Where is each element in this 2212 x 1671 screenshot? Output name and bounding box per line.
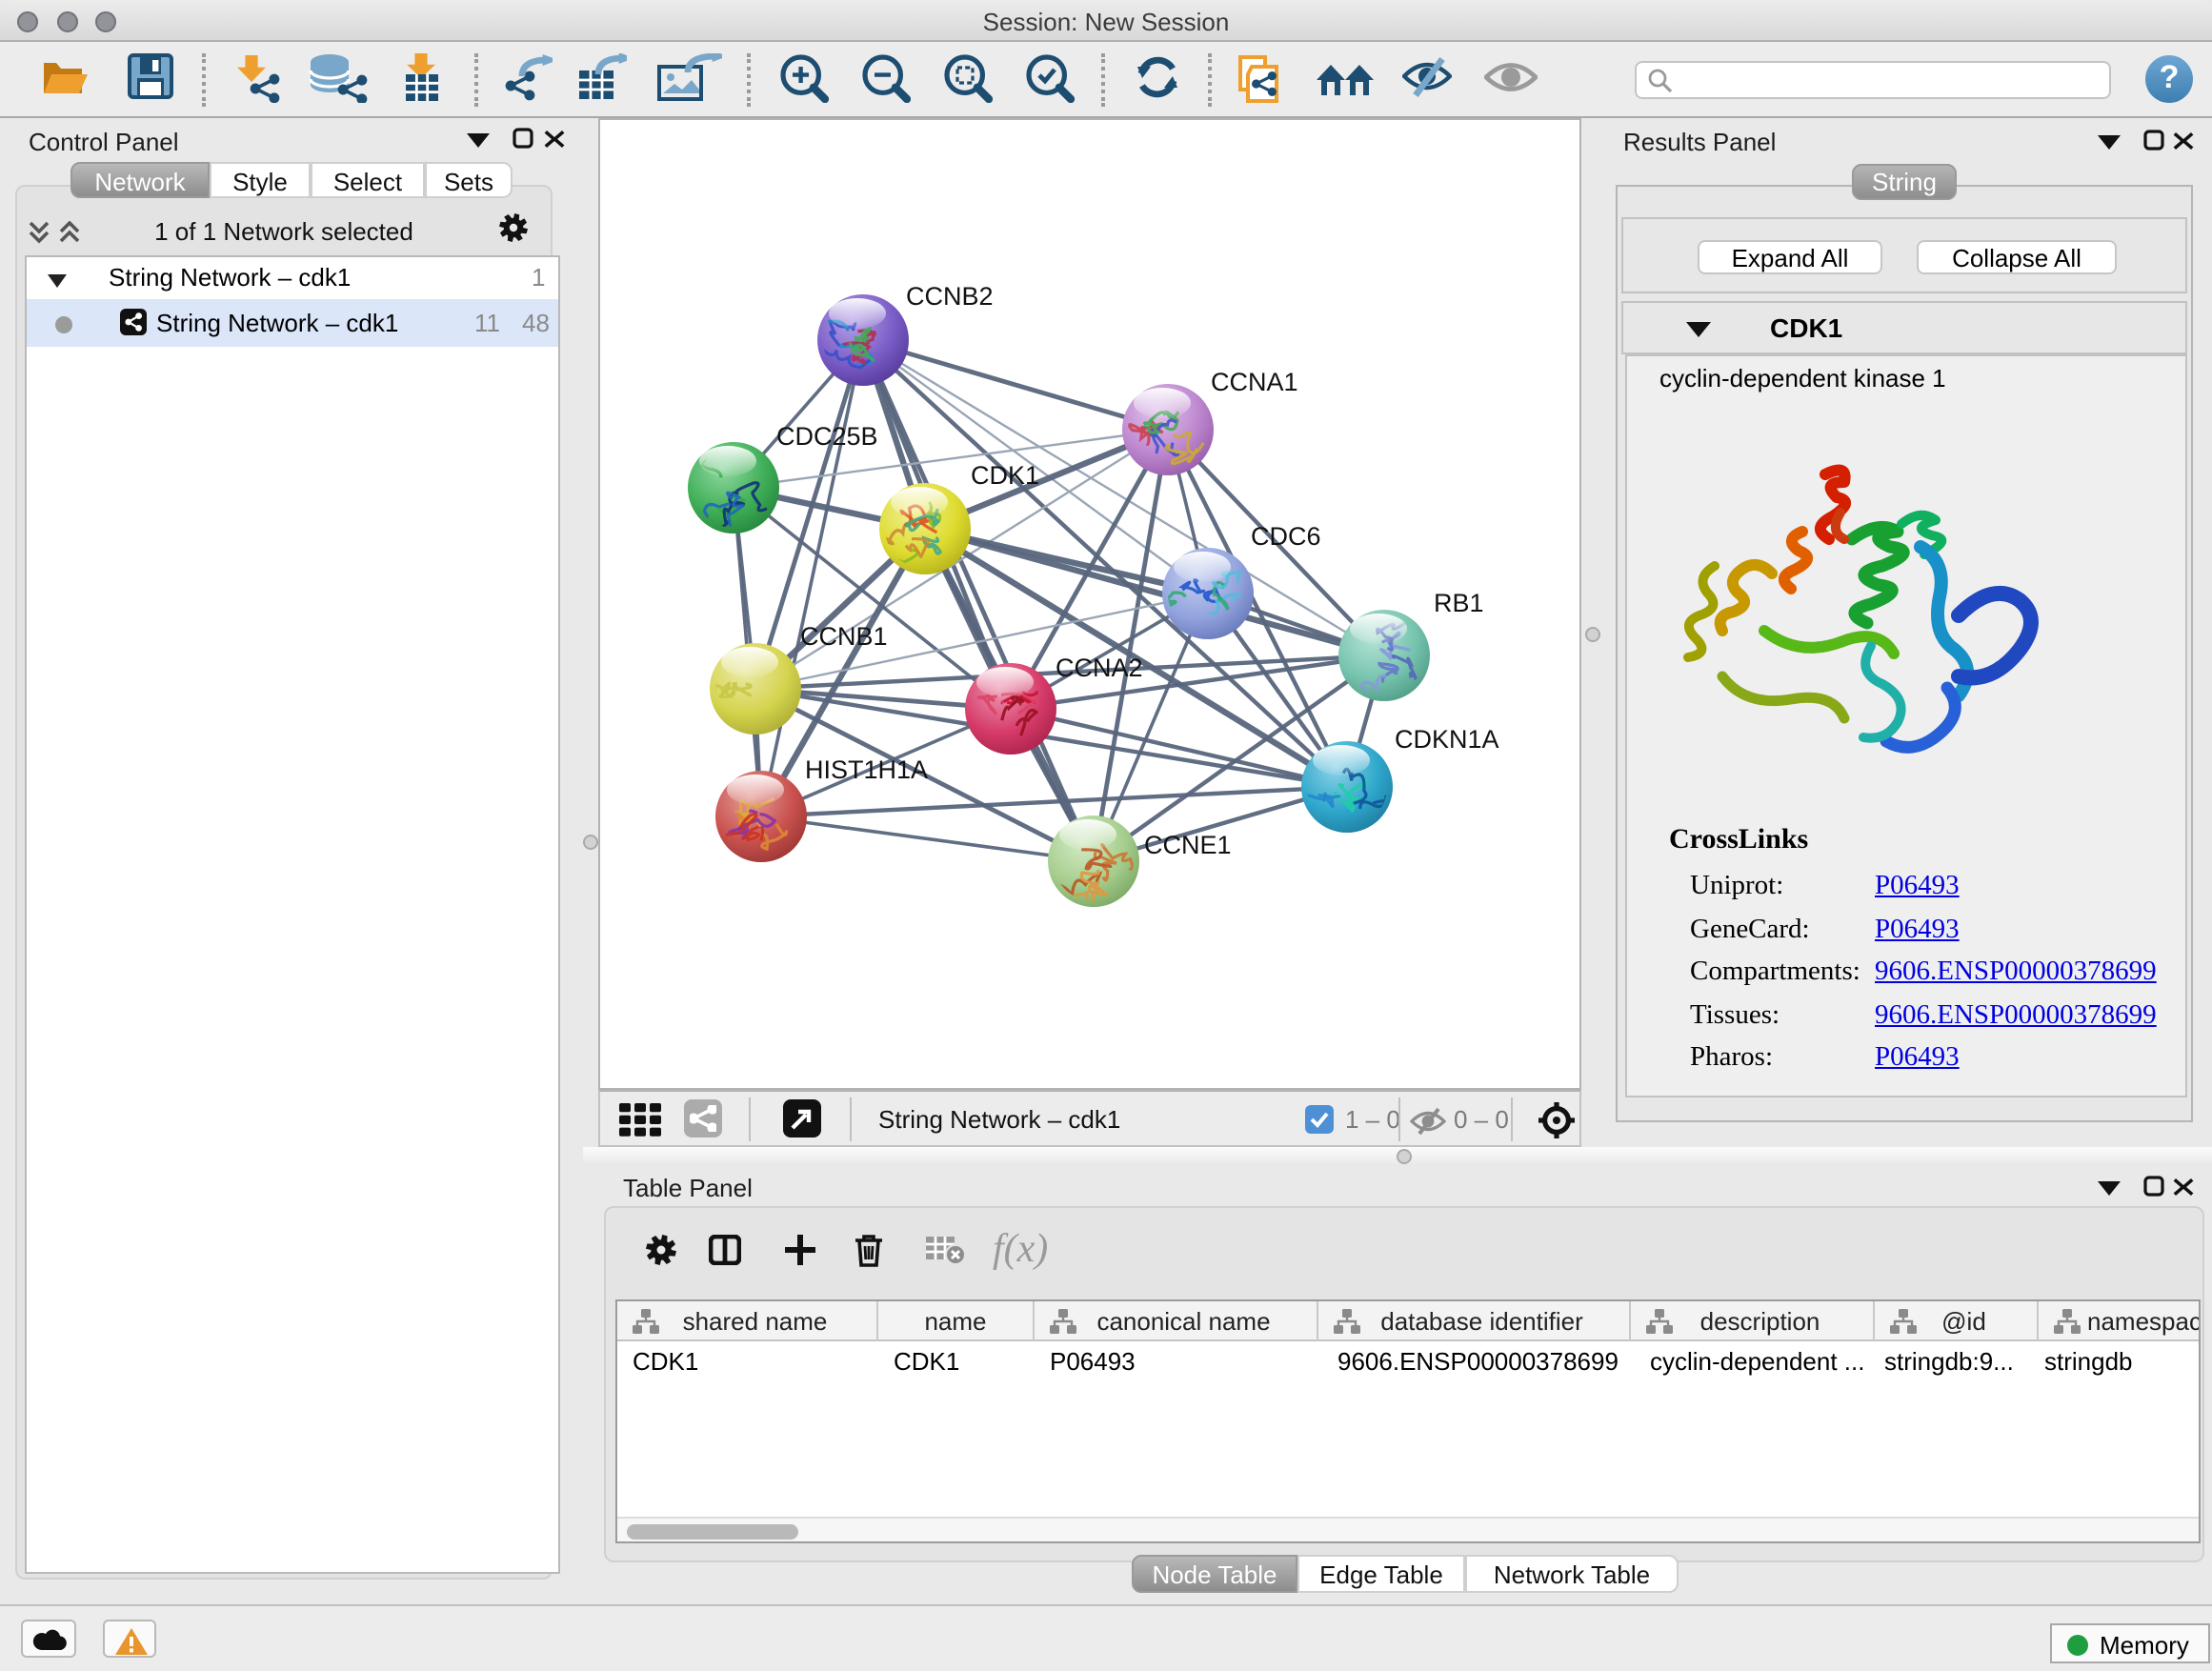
svg-text:RB1: RB1 <box>1434 589 1484 617</box>
svg-text:CCNA1: CCNA1 <box>1211 368 1298 396</box>
svg-text:HIST1H1A: HIST1H1A <box>805 755 928 784</box>
svg-text:CCNA2: CCNA2 <box>1056 654 1143 682</box>
svg-text:CCNE1: CCNE1 <box>1144 831 1232 859</box>
svg-text:CDC6: CDC6 <box>1251 522 1321 551</box>
svg-text:CCNB2: CCNB2 <box>906 282 994 311</box>
svg-text:CDK1: CDK1 <box>971 461 1039 490</box>
svg-text:CDKN1A: CDKN1A <box>1395 725 1499 754</box>
svg-text:CCNB1: CCNB1 <box>800 622 888 651</box>
svg-text:CDC25B: CDC25B <box>776 422 878 451</box>
